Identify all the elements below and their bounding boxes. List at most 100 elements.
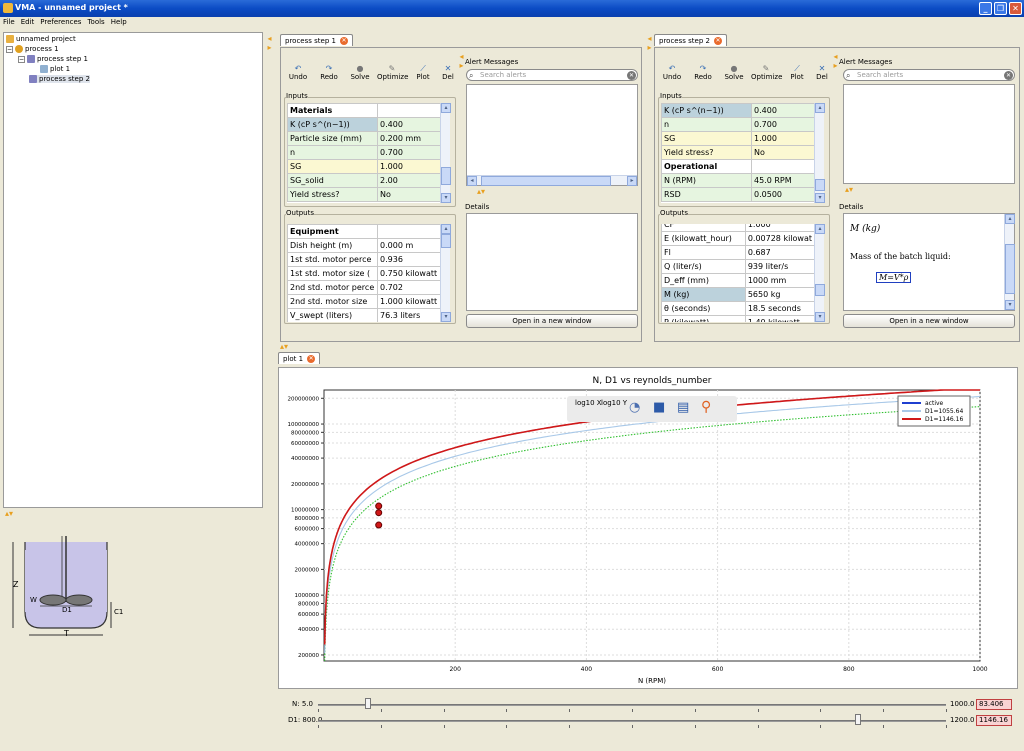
- table-row[interactable]: Materials: [287, 103, 441, 118]
- slider-n-value[interactable]: 83.406: [976, 699, 1012, 710]
- outputs-scrollbar[interactable]: ▴ ▾: [814, 224, 825, 322]
- table-row[interactable]: 2nd std. motor size 1.000 kilowatt: [287, 294, 441, 309]
- splitter-arrows[interactable]: ▴▾: [477, 188, 485, 196]
- table-row[interactable]: Yield stress? No: [287, 187, 441, 202]
- ghost-icon[interactable]: ◔: [629, 400, 640, 415]
- plot-button[interactable]: ⟋ Plot: [410, 64, 436, 81]
- zoom-icon[interactable]: ⚲: [701, 399, 711, 415]
- property-value[interactable]: 939 liter/s: [744, 259, 815, 274]
- property-value[interactable]: 0.702: [377, 280, 441, 295]
- property-value[interactable]: 1.40 kilowatt: [744, 315, 815, 322]
- property-value[interactable]: 0.0500: [751, 187, 815, 202]
- clipboard-icon[interactable]: ▤: [677, 400, 689, 415]
- tree-item-process[interactable]: − process 1: [6, 45, 59, 53]
- alerts-search-input[interactable]: ⌕ Search alerts ✕: [466, 69, 638, 81]
- splitter-arrows[interactable]: ◂▸: [831, 52, 840, 70]
- table-row[interactable]: Operational: [661, 159, 815, 174]
- table-row[interactable]: CF 1.000: [661, 224, 815, 232]
- property-value[interactable]: 0.200 mm: [377, 131, 441, 146]
- delete-button[interactable]: ✕ Del: [438, 64, 458, 81]
- outputs-scrollbar[interactable]: ▴ ▾: [440, 224, 451, 322]
- solve-button[interactable]: ● Solve: [721, 64, 747, 81]
- tab-plot-1[interactable]: plot 1 ✕: [278, 352, 321, 364]
- property-value[interactable]: [377, 224, 441, 239]
- plot-button[interactable]: ⟋ Plot: [784, 64, 810, 81]
- table-row[interactable]: n 0.700: [661, 117, 815, 132]
- table-row[interactable]: 2nd std. motor perce 0.702: [287, 280, 441, 295]
- property-value[interactable]: 0.687: [744, 245, 815, 260]
- maximize-button[interactable]: ❐: [994, 2, 1007, 15]
- property-value[interactable]: 0.936: [377, 252, 441, 267]
- open-new-window-button[interactable]: Open in a new window: [466, 314, 638, 328]
- table-row[interactable]: n 0.700: [287, 145, 441, 160]
- inputs-scrollbar[interactable]: ▴ ▾: [440, 103, 451, 203]
- property-value[interactable]: 1.000: [744, 224, 815, 232]
- table-row[interactable]: Equipment: [287, 224, 441, 239]
- alerts-search-input[interactable]: ⌕ Search alerts ✕: [843, 69, 1015, 81]
- delete-button[interactable]: ✕ Del: [812, 64, 832, 81]
- table-row[interactable]: Fl 0.687: [661, 245, 815, 260]
- table-row[interactable]: Yield stress? No: [661, 145, 815, 160]
- table-row[interactable]: V_swept (liters) 76.3 liters: [287, 308, 441, 322]
- inputs-scrollbar[interactable]: ▴ ▾: [814, 103, 825, 203]
- property-value[interactable]: 1.000 kilowatt: [377, 294, 441, 309]
- splitter-arrows[interactable]: ◂▸: [645, 34, 654, 52]
- minimize-button[interactable]: _: [979, 2, 992, 15]
- table-row[interactable]: θ (seconds) 18.5 seconds: [661, 301, 815, 316]
- table-row[interactable]: 1st std. motor perce 0.936: [287, 252, 441, 267]
- property-value[interactable]: 0.00728 kilowat: [744, 231, 815, 246]
- tree-item-step2[interactable]: process step 2: [29, 75, 90, 83]
- property-value[interactable]: 0.000 m: [377, 238, 441, 253]
- table-row[interactable]: SG 1.000: [287, 159, 441, 174]
- property-value[interactable]: 76.3 liters: [377, 308, 441, 322]
- property-value[interactable]: 1000 mm: [744, 273, 815, 288]
- table-row[interactable]: Q (liter/s) 939 liter/s: [661, 259, 815, 274]
- close-button[interactable]: ✕: [1009, 2, 1022, 15]
- solve-button[interactable]: ● Solve: [347, 64, 373, 81]
- property-value[interactable]: 0.750 kilowatt: [377, 266, 441, 281]
- property-value[interactable]: 2.00: [377, 173, 441, 188]
- property-value[interactable]: 5650 kg: [744, 287, 815, 302]
- splitter-arrows[interactable]: ▴▾: [5, 510, 13, 518]
- alerts-hscrollbar[interactable]: ◂ ▸: [467, 175, 637, 186]
- redo-button[interactable]: ↷ Redo: [316, 64, 342, 81]
- table-row[interactable]: P (kilowatt)1.40 kilowatt: [661, 315, 815, 322]
- close-tab-icon[interactable]: ✕: [713, 36, 722, 45]
- table-row[interactable]: E (kilowatt_hour) 0.00728 kilowat: [661, 231, 815, 246]
- table-row[interactable]: M (kg) 5650 kg: [661, 287, 815, 302]
- menu-tools[interactable]: Tools: [84, 17, 107, 27]
- tree-item-plot[interactable]: plot 1: [40, 65, 70, 73]
- optimize-button[interactable]: ✎ Optimize: [377, 64, 408, 81]
- property-value[interactable]: 0.400: [377, 117, 441, 132]
- table-row[interactable]: N (RPM) 45.0 RPM: [661, 173, 815, 188]
- close-tab-icon[interactable]: ✕: [339, 36, 348, 45]
- slider-d1-thumb[interactable]: [855, 714, 862, 725]
- menu-help[interactable]: Help: [108, 17, 130, 27]
- close-tab-icon[interactable]: ✕: [307, 354, 316, 363]
- table-row[interactable]: RSD 0.0500: [661, 187, 815, 202]
- undo-button[interactable]: ↶ Undo: [659, 64, 685, 81]
- save-icon[interactable]: ■: [653, 400, 665, 415]
- property-value[interactable]: 45.0 RPM: [751, 173, 815, 188]
- collapse-toggle[interactable]: −: [6, 45, 13, 53]
- property-value[interactable]: [377, 103, 441, 118]
- property-value[interactable]: 0.400: [751, 103, 815, 118]
- tab-process-step-2[interactable]: process step 2 ✕: [654, 34, 727, 46]
- property-value[interactable]: 1.000: [751, 131, 815, 146]
- table-row[interactable]: K (cP s^(n−1)) 0.400: [287, 117, 441, 132]
- undo-button[interactable]: ↶ Undo: [285, 64, 311, 81]
- table-row[interactable]: K (cP s^(n−1)) 0.400: [661, 103, 815, 118]
- table-row[interactable]: D_eff (mm) 1000 mm: [661, 273, 815, 288]
- slider-n-thumb[interactable]: [365, 698, 372, 709]
- property-value[interactable]: 0.700: [751, 117, 815, 132]
- tree-item-root[interactable]: unnamed project: [6, 35, 76, 43]
- slider-n-track[interactable]: [318, 704, 946, 706]
- tree-item-step1[interactable]: − process step 1: [18, 55, 88, 63]
- clear-search-icon[interactable]: ✕: [1004, 71, 1013, 80]
- table-row[interactable]: SG 1.000: [661, 131, 815, 146]
- property-value[interactable]: No: [751, 145, 815, 160]
- table-row[interactable]: SG_solid 2.00: [287, 173, 441, 188]
- menu-edit[interactable]: Edit: [18, 17, 38, 27]
- slider-d1-track[interactable]: [318, 720, 946, 722]
- slider-d1-value[interactable]: 1146.16: [976, 715, 1012, 726]
